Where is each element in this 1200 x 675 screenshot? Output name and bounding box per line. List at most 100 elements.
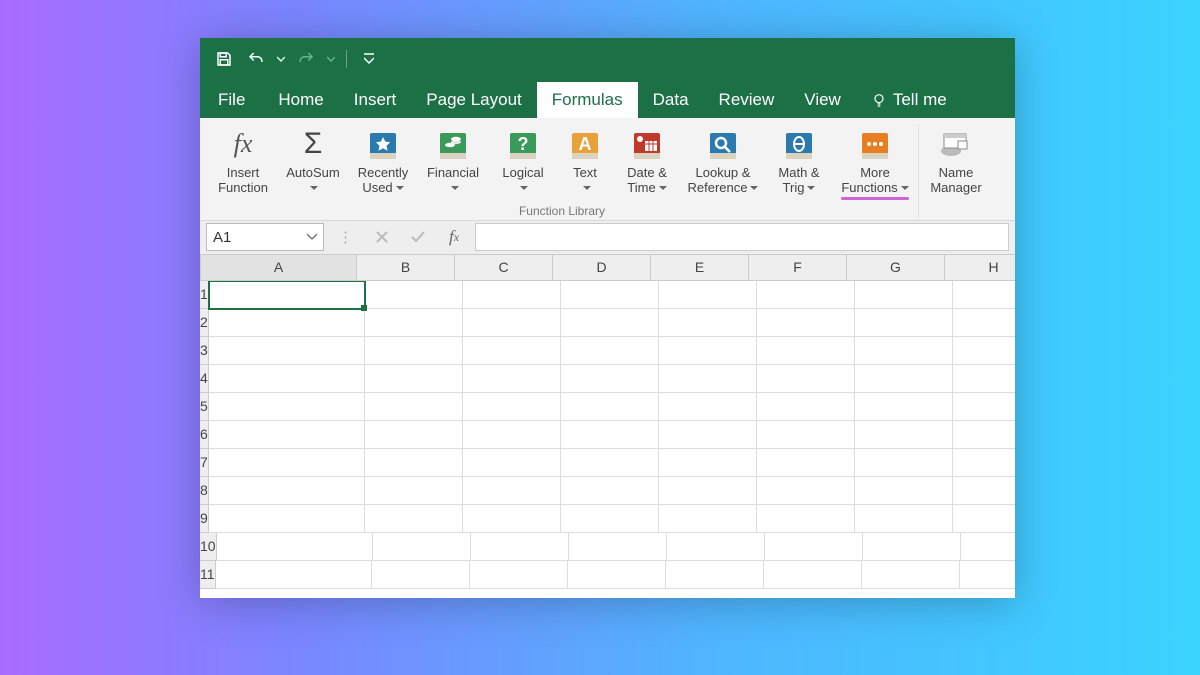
- row-header[interactable]: 5: [200, 393, 209, 421]
- cell[interactable]: [209, 393, 365, 421]
- cell[interactable]: [666, 561, 764, 589]
- cell[interactable]: [365, 505, 463, 533]
- cell[interactable]: [961, 533, 1015, 561]
- select-all-corner[interactable]: [200, 255, 201, 281]
- redo-icon[interactable]: [292, 45, 320, 73]
- cell[interactable]: [463, 365, 561, 393]
- cell[interactable]: [365, 477, 463, 505]
- cell[interactable]: [855, 477, 953, 505]
- column-header[interactable]: C: [455, 255, 553, 281]
- undo-icon[interactable]: [242, 45, 270, 73]
- row-header[interactable]: 8: [200, 477, 209, 505]
- date-time-button[interactable]: Date &Time: [614, 124, 680, 196]
- row-header[interactable]: 3: [200, 337, 209, 365]
- cell[interactable]: [863, 533, 961, 561]
- cell[interactable]: [463, 337, 561, 365]
- column-header[interactable]: G: [847, 255, 945, 281]
- cell[interactable]: [365, 281, 463, 309]
- row-header[interactable]: 2: [200, 309, 209, 337]
- column-header[interactable]: H: [945, 255, 1015, 281]
- redo-dropdown-icon[interactable]: [324, 45, 338, 73]
- cell[interactable]: [365, 421, 463, 449]
- cell[interactable]: [373, 533, 471, 561]
- cell[interactable]: [561, 421, 659, 449]
- cell[interactable]: [209, 477, 365, 505]
- cell[interactable]: [953, 505, 1015, 533]
- more-functions-button[interactable]: MoreFunctions: [836, 124, 914, 200]
- tab-page-layout[interactable]: Page Layout: [411, 82, 536, 118]
- cell[interactable]: [953, 449, 1015, 477]
- text-button[interactable]: A Text: [560, 124, 610, 196]
- cell[interactable]: [463, 309, 561, 337]
- column-header[interactable]: F: [749, 255, 847, 281]
- undo-dropdown-icon[interactable]: [274, 45, 288, 73]
- cell[interactable]: [561, 477, 659, 505]
- tab-home[interactable]: Home: [263, 82, 338, 118]
- save-icon[interactable]: [210, 45, 238, 73]
- cell[interactable]: [365, 449, 463, 477]
- cell[interactable]: [757, 309, 855, 337]
- cell[interactable]: [569, 533, 667, 561]
- row-header[interactable]: 4: [200, 365, 209, 393]
- tab-data[interactable]: Data: [638, 82, 704, 118]
- cell[interactable]: [757, 449, 855, 477]
- cell[interactable]: [659, 393, 757, 421]
- row-header[interactable]: 9: [200, 505, 209, 533]
- cell[interactable]: [209, 421, 365, 449]
- cell[interactable]: [561, 365, 659, 393]
- cell[interactable]: [209, 365, 365, 393]
- cell[interactable]: [757, 365, 855, 393]
- logical-button[interactable]: ? Logical: [490, 124, 556, 196]
- confirm-formula-button[interactable]: [403, 223, 433, 251]
- financial-button[interactable]: Financial: [420, 124, 486, 196]
- cell[interactable]: [463, 281, 561, 309]
- lookup-reference-button[interactable]: Lookup &Reference: [684, 124, 762, 196]
- cell[interactable]: [764, 561, 862, 589]
- cell[interactable]: [757, 421, 855, 449]
- cell[interactable]: [855, 393, 953, 421]
- column-header[interactable]: E: [651, 255, 749, 281]
- cell[interactable]: [757, 281, 855, 309]
- row-header[interactable]: 7: [200, 449, 209, 477]
- cell[interactable]: [855, 337, 953, 365]
- column-header[interactable]: B: [357, 255, 455, 281]
- cell[interactable]: [568, 561, 666, 589]
- row-header[interactable]: 11: [200, 561, 216, 589]
- cell[interactable]: [855, 449, 953, 477]
- tell-me[interactable]: Tell me: [856, 82, 962, 118]
- cell[interactable]: [561, 449, 659, 477]
- column-header[interactable]: D: [553, 255, 651, 281]
- cell[interactable]: [659, 421, 757, 449]
- cell[interactable]: [216, 561, 372, 589]
- cell[interactable]: [471, 533, 569, 561]
- customize-qat-icon[interactable]: [355, 45, 383, 73]
- cell[interactable]: [953, 421, 1015, 449]
- cell[interactable]: [463, 421, 561, 449]
- cell[interactable]: [561, 393, 659, 421]
- cell[interactable]: [855, 421, 953, 449]
- cell[interactable]: [561, 281, 659, 309]
- cell[interactable]: [855, 365, 953, 393]
- cell[interactable]: [953, 477, 1015, 505]
- row-header[interactable]: 10: [200, 533, 217, 561]
- cell[interactable]: [659, 505, 757, 533]
- cancel-formula-button[interactable]: [367, 223, 397, 251]
- math-trig-button[interactable]: Math &Trig: [766, 124, 832, 196]
- cell[interactable]: [659, 449, 757, 477]
- recently-used-button[interactable]: RecentlyUsed: [350, 124, 416, 196]
- cell[interactable]: [953, 337, 1015, 365]
- cell[interactable]: [953, 281, 1015, 309]
- cell[interactable]: [209, 449, 365, 477]
- cell[interactable]: [659, 281, 757, 309]
- cell[interactable]: [757, 337, 855, 365]
- column-header[interactable]: A: [201, 255, 357, 281]
- cell[interactable]: [463, 393, 561, 421]
- insert-function-button[interactable]: fx InsertFunction: [210, 124, 276, 196]
- cell[interactable]: [765, 533, 863, 561]
- cell[interactable]: [209, 337, 365, 365]
- cell[interactable]: [463, 449, 561, 477]
- cell[interactable]: [217, 533, 373, 561]
- cell[interactable]: [855, 281, 953, 309]
- cell[interactable]: [365, 393, 463, 421]
- cell[interactable]: [209, 281, 365, 309]
